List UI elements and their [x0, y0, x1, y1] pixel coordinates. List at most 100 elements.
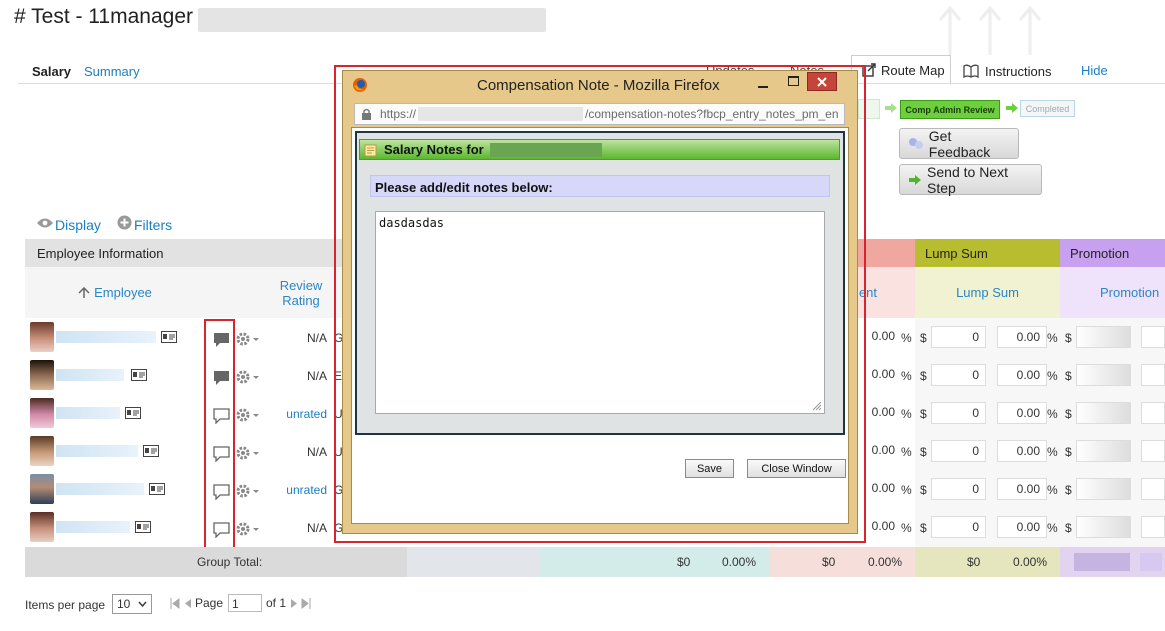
promotion-input[interactable]: [1076, 364, 1131, 386]
percent-symbol: %: [901, 483, 912, 497]
lump-sum-input[interactable]: 0: [931, 364, 986, 386]
id-card-icon[interactable]: [161, 331, 177, 343]
items-per-page-label: Items per page: [25, 598, 106, 612]
total-value: 0.00%: [722, 555, 757, 569]
address-bar[interactable]: https:// /compensation-notes?fbcp_entry_…: [354, 103, 845, 125]
minimize-button[interactable]: [758, 86, 768, 88]
percent-symbol: %: [1047, 407, 1058, 421]
dollar-symbol: $: [1065, 483, 1072, 497]
close-window-action-button[interactable]: Close Window: [747, 459, 846, 478]
lump-sum-input[interactable]: 0: [931, 478, 986, 500]
plus-circle-icon: [117, 215, 132, 230]
close-window-button[interactable]: [807, 72, 837, 91]
dollar-symbol: $: [920, 445, 927, 459]
promotion-input[interactable]: [1076, 478, 1131, 500]
gear-icon[interactable]: [235, 521, 261, 537]
lump-sum-input[interactable]: 0: [931, 326, 986, 348]
hide-link[interactable]: Hide: [1081, 63, 1108, 78]
feedback-icon: [909, 137, 923, 149]
route-step-current: Comp Admin Review: [900, 100, 1000, 119]
salary-percent-input[interactable]: 0.00: [863, 440, 901, 462]
id-card-icon[interactable]: [135, 521, 151, 533]
lump-sum-column-header[interactable]: Lump Sum: [915, 267, 1060, 318]
lump-sum-percent-input[interactable]: 0.00: [997, 364, 1047, 386]
arrow-right-icon: [909, 174, 921, 185]
lump-sum-percent-input[interactable]: 0.00: [997, 478, 1047, 500]
notes-textarea[interactable]: dasdasdas: [375, 211, 825, 414]
salary-percent-input[interactable]: 0.00: [863, 364, 901, 386]
promotion-input-2[interactable]: [1141, 326, 1165, 348]
lump-sum-input[interactable]: 0: [931, 440, 986, 462]
promotion-input-2[interactable]: [1141, 364, 1165, 386]
lump-sum-header: Lump Sum: [915, 239, 1060, 267]
promotion-input-2[interactable]: [1141, 402, 1165, 424]
page-number-input[interactable]: 1: [228, 594, 262, 612]
salary-percent-input[interactable]: 0.00: [863, 402, 901, 424]
tab-instructions[interactable]: Instructions: [985, 64, 1051, 79]
percent-symbol: %: [1047, 483, 1058, 497]
gear-icon[interactable]: [235, 369, 261, 385]
id-card-icon[interactable]: [143, 445, 159, 457]
lump-sum-percent-input[interactable]: 0.00: [997, 326, 1047, 348]
tab-summary[interactable]: Summary: [84, 64, 140, 79]
send-next-step-button[interactable]: Send to Next Step: [899, 164, 1042, 196]
percent-symbol: %: [901, 331, 912, 345]
employee-name-redacted[interactable]: [56, 407, 120, 419]
employee-column-header[interactable]: Employee: [25, 267, 205, 318]
lump-sum-percent-input[interactable]: 0.00: [997, 440, 1047, 462]
employee-info-header: Employee Information: [37, 245, 164, 261]
employee-column-label: Employee: [94, 285, 152, 300]
review-rating-link[interactable]: unrated: [280, 407, 327, 421]
notes-icon: [364, 144, 377, 156]
gear-icon[interactable]: [235, 407, 261, 423]
url-prefix: https://: [380, 107, 417, 121]
promotion-column-header[interactable]: Promotion: [1100, 267, 1165, 318]
items-per-page-value: 10: [117, 597, 131, 611]
review-rating-link[interactable]: unrated: [280, 483, 327, 497]
promotion-input-2[interactable]: [1141, 440, 1165, 462]
prev-page-icon[interactable]: [184, 598, 192, 609]
first-page-icon[interactable]: [170, 598, 180, 609]
promotion-input[interactable]: [1076, 326, 1131, 348]
employee-name-redacted[interactable]: [56, 445, 138, 457]
id-card-icon[interactable]: [149, 483, 165, 495]
employee-name-redacted[interactable]: [56, 369, 124, 381]
gear-icon[interactable]: [235, 331, 261, 347]
save-button[interactable]: Save: [685, 459, 734, 478]
employee-name-redacted[interactable]: [56, 331, 156, 343]
gear-icon[interactable]: [235, 483, 261, 499]
id-card-icon[interactable]: [125, 407, 141, 419]
promotion-input[interactable]: [1076, 402, 1131, 424]
dollar-symbol: $: [920, 331, 927, 345]
lump-sum-percent-input[interactable]: 0.00: [997, 516, 1047, 538]
last-page-icon[interactable]: [301, 598, 311, 609]
employee-name-redacted[interactable]: [56, 483, 144, 495]
lump-sum-input[interactable]: 0: [931, 516, 986, 538]
filters-link[interactable]: Filters: [134, 217, 172, 233]
review-rating-column-header[interactable]: Review Rating: [272, 278, 330, 308]
lump-sum-percent-input[interactable]: 0.00: [997, 402, 1047, 424]
salary-percent-input[interactable]: 0.00: [863, 478, 901, 500]
id-card-icon[interactable]: [131, 369, 147, 381]
tab-route-map[interactable]: Route Map: [851, 55, 951, 85]
tab-salary[interactable]: Salary: [32, 64, 71, 79]
dollar-symbol: $: [1065, 521, 1072, 535]
promotion-input-2[interactable]: [1141, 478, 1165, 500]
promotion-input[interactable]: [1076, 440, 1131, 462]
maximize-button[interactable]: [788, 76, 799, 86]
total-promo-redacted-2: [1140, 553, 1162, 571]
display-link[interactable]: Display: [55, 217, 101, 233]
avatar: [30, 436, 54, 466]
promotion-input[interactable]: [1076, 516, 1131, 538]
promotion-input-2[interactable]: [1141, 516, 1165, 538]
salary-percent-input[interactable]: 0.00: [863, 516, 901, 538]
gear-icon[interactable]: [235, 445, 261, 461]
next-page-icon[interactable]: [290, 598, 298, 609]
lump-sum-input[interactable]: 0: [931, 402, 986, 424]
resize-grip-icon[interactable]: [812, 401, 822, 411]
salary-percent-input[interactable]: 0.00: [863, 326, 901, 348]
get-feedback-button[interactable]: Get Feedback: [899, 128, 1019, 160]
employee-name-redacted[interactable]: [56, 521, 130, 533]
items-per-page-select[interactable]: 10: [112, 594, 152, 614]
dollar-symbol: $: [920, 369, 927, 383]
